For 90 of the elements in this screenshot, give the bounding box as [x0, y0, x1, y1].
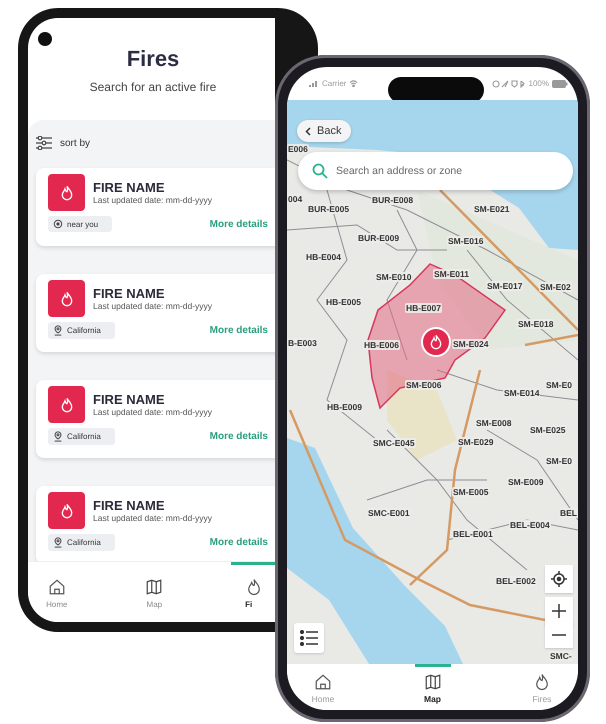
zone-label: BUR-E008 [371, 195, 414, 205]
zone-label: HB-E006 [363, 340, 400, 350]
back-button[interactable]: Back [297, 120, 352, 142]
zone-label: SM-E010 [375, 272, 412, 282]
signal-icon [309, 80, 319, 87]
zone-label: BEL-E001 [452, 529, 494, 539]
zone-label: SM-E024 [452, 339, 490, 349]
zone-label: HB-E004 [305, 252, 342, 262]
flame-icon [58, 184, 74, 200]
zone-label: SM-E011 [433, 269, 470, 279]
chevron-left-icon [305, 126, 311, 136]
zone-label: SM-E018 [517, 319, 554, 329]
zone-label: HB-E005 [325, 297, 362, 307]
status-icons [492, 80, 526, 88]
battery-icon [552, 80, 568, 88]
plus-icon [552, 604, 566, 618]
screen-title: Fires [126, 46, 180, 72]
pin-icon [53, 537, 63, 548]
flame-icon [428, 334, 444, 350]
sort-label[interactable]: sort by [60, 138, 90, 148]
target-icon [53, 219, 63, 229]
location-label: near you [67, 220, 98, 228]
zone-label: SM-E005 [452, 487, 490, 497]
zone-label: SM-E025 [529, 425, 566, 435]
fire-card[interactable]: FIRE NAME Last updated date: mm-dd-yyyy near you More details [36, 168, 275, 246]
flame-icon [533, 673, 551, 691]
zone-label: SM-E014 [503, 388, 540, 398]
minus-icon [552, 634, 566, 636]
search-icon [312, 163, 328, 179]
zone-label: HB-E007 [405, 303, 442, 313]
zone-label: BEL-E002 [495, 576, 537, 586]
fire-name: FIRE NAME [93, 180, 166, 195]
tab[interactable]: Map [414, 664, 450, 710]
fire-name: FIRE NAME [93, 392, 166, 407]
fire-card[interactable]: FIRE NAME Last updated date: mm-dd-yyyy California More details [36, 486, 275, 561]
zone-label: SM-E017 [486, 281, 524, 291]
updated-date: Last updated date: mm-dd-yyyy [93, 513, 212, 523]
pin-icon [53, 325, 63, 336]
fire-name: FIRE NAME [93, 498, 166, 513]
camera-dot [38, 32, 52, 46]
updated-date: Last updated date: mm-dd-yyyy [93, 195, 212, 205]
fire-card[interactable]: FIRE NAME Last updated date: mm-dd-yyyy California More details [36, 380, 275, 458]
battery-label: 100% [528, 79, 549, 88]
zone-label: SM-E02 [539, 282, 572, 292]
wifi-icon [349, 80, 358, 87]
zone-label: SMC-E045 [372, 438, 416, 448]
zone-label: HB-E009 [326, 402, 363, 412]
zone-label: SM-E0 [545, 456, 573, 466]
screen-subtitle: Search for an active fire [90, 80, 216, 94]
fire-card[interactable]: FIRE NAME Last updated date: mm-dd-yyyy California More details [36, 274, 275, 352]
zone-label: 004 [287, 194, 304, 204]
location-label: California [67, 326, 101, 335]
zone-label: BEL [559, 508, 578, 518]
map-icon [424, 673, 442, 691]
fire-name: FIRE NAME [93, 286, 166, 301]
zone-label: SMC- [549, 651, 573, 661]
zone-label: E006 [287, 144, 309, 154]
flame-icon [58, 502, 74, 518]
flame-icon [58, 396, 74, 412]
locate-button[interactable] [545, 565, 573, 593]
updated-date: Last updated date: mm-dd-yyyy [93, 407, 212, 417]
zone-label: SM-E029 [457, 437, 494, 447]
list-icon [300, 630, 318, 646]
tab[interactable]: Map [134, 562, 176, 622]
zone-label: B-E003 [287, 338, 318, 348]
zone-label: SM-E006 [405, 380, 442, 390]
updated-date: Last updated date: mm-dd-yyyy [93, 301, 212, 311]
home-icon [48, 578, 66, 596]
fire-marker[interactable] [421, 327, 451, 357]
crosshair-icon [551, 571, 567, 587]
zone-label: BEL-E004 [509, 520, 551, 530]
location-label: California [67, 432, 101, 441]
carrier-label: Carrier [322, 79, 346, 88]
zone-label: SM-E008 [475, 418, 512, 428]
map-icon [145, 578, 164, 596]
search-field[interactable]: Search an address or zone [298, 152, 573, 190]
zone-label: SMC-E001 [367, 508, 411, 518]
zone-label: BUR-E005 [307, 204, 350, 214]
location-label: California [67, 538, 101, 547]
sliders-icon [36, 136, 52, 150]
home-icon [314, 673, 332, 691]
tab[interactable]: Home [36, 562, 78, 622]
zone-label: BUR-E009 [357, 233, 400, 243]
zone-label: SM-E0 [545, 380, 573, 390]
pin-icon [53, 431, 63, 442]
zone-label: SM-E009 [507, 477, 544, 487]
zone-label: SM-E016 [447, 236, 484, 246]
flame-icon [58, 290, 74, 306]
zone-label: SM-E021 [473, 204, 510, 214]
list-button[interactable] [294, 623, 324, 653]
